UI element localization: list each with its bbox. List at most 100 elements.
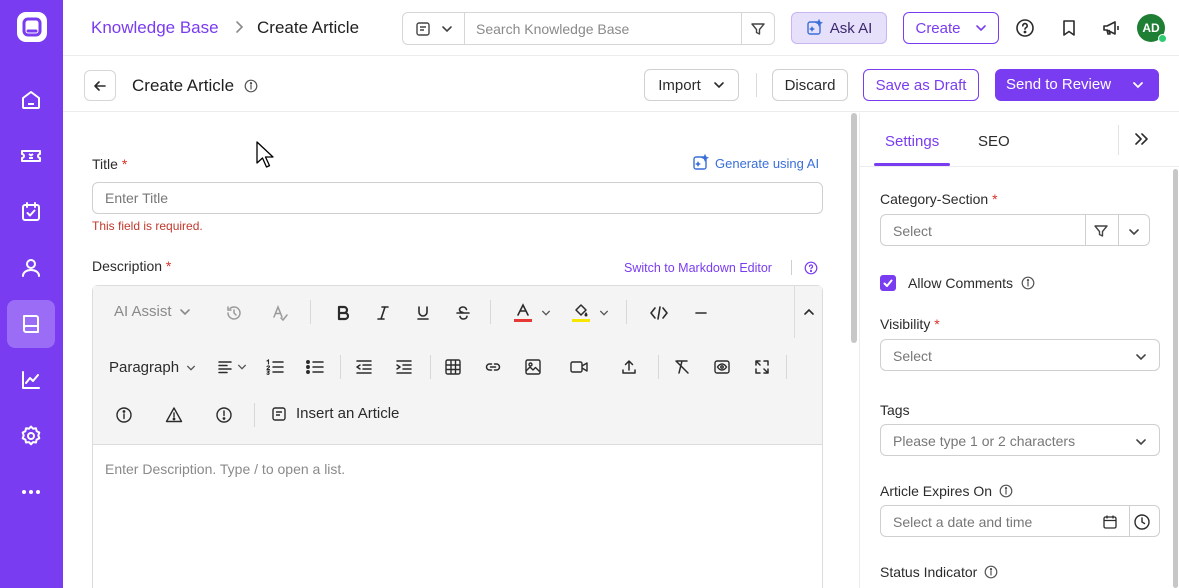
insert-article-button[interactable]: Insert an Article	[271, 405, 399, 422]
announcement-icon[interactable]	[1101, 18, 1121, 38]
ai-sparkle-icon	[807, 19, 823, 35]
category-section-select[interactable]: Select	[880, 214, 1150, 246]
import-button[interactable]: Import	[644, 69, 739, 101]
info-callout-icon[interactable]	[115, 406, 133, 424]
search-input[interactable]	[466, 13, 742, 44]
strikethrough-icon[interactable]	[454, 304, 472, 322]
preview-icon[interactable]	[713, 358, 731, 376]
toolbar-divider	[254, 403, 255, 427]
paragraph-label: Paragraph	[109, 359, 180, 376]
title-error-message: This field is required.	[92, 219, 203, 233]
chevron-down-icon	[600, 310, 608, 316]
title-input[interactable]	[92, 182, 823, 214]
expires-datetime-picker[interactable]: Select a date and time	[880, 505, 1160, 537]
chevron-down-icon	[713, 82, 724, 89]
collapse-panel-icon[interactable]	[1132, 130, 1150, 148]
alert-callout-icon[interactable]	[215, 406, 233, 424]
app-logo-icon[interactable]	[16, 11, 48, 43]
send-to-review-button[interactable]: Send to Review	[995, 69, 1159, 101]
article-expires-label: Article Expires On	[880, 483, 1013, 499]
user-icon	[22, 259, 40, 277]
link-icon[interactable]	[484, 358, 502, 376]
indent-icon[interactable]	[395, 358, 413, 376]
filter-icon[interactable]	[1093, 223, 1109, 239]
chevron-down-icon[interactable]	[1132, 79, 1144, 91]
bold-icon[interactable]	[334, 304, 352, 322]
main-scrollbar[interactable]	[851, 113, 857, 343]
italic-icon[interactable]	[374, 304, 392, 322]
info-icon[interactable]	[999, 484, 1013, 498]
outdent-icon[interactable]	[355, 358, 373, 376]
search-type-dropdown[interactable]	[403, 13, 465, 44]
tab-settings[interactable]: Settings	[885, 133, 939, 150]
filter-icon	[751, 22, 765, 35]
nav-settings[interactable]	[7, 412, 55, 460]
nav-more[interactable]	[7, 468, 55, 516]
spellcheck-icon[interactable]	[271, 304, 289, 322]
active-tab-indicator	[874, 163, 950, 166]
sub-header: Create Article Import Discard Save as Dr…	[63, 57, 1179, 112]
help-icon[interactable]	[804, 261, 818, 275]
horizontal-rule-icon[interactable]	[693, 304, 709, 322]
generate-ai-link[interactable]: Generate using AI	[692, 154, 819, 172]
toolbar-collapse-button[interactable]	[794, 286, 822, 338]
code-icon[interactable]	[649, 304, 669, 322]
save-draft-button[interactable]: Save as Draft	[863, 69, 979, 101]
underline-icon[interactable]	[414, 304, 432, 322]
info-icon[interactable]	[244, 79, 258, 93]
warning-callout-icon[interactable]	[165, 406, 183, 424]
info-icon[interactable]	[1021, 276, 1035, 290]
chevron-down-icon	[441, 25, 452, 32]
nav-contacts[interactable]	[7, 244, 55, 292]
discard-button[interactable]: Discard	[772, 69, 848, 101]
nav-home[interactable]	[7, 76, 55, 124]
align-dropdown[interactable]	[217, 359, 247, 375]
allow-comments-checkbox[interactable]	[880, 275, 896, 291]
text-color-button[interactable]	[513, 302, 551, 324]
nav-analytics[interactable]	[7, 356, 55, 404]
bookmark-icon[interactable]	[1059, 18, 1079, 38]
fullscreen-icon[interactable]	[753, 358, 771, 376]
search-filter-button[interactable]	[741, 13, 774, 44]
markdown-switch-link[interactable]: Switch to Markdown Editor	[624, 261, 772, 275]
ai-assist-dropdown[interactable]: AI Assist	[114, 303, 191, 320]
calendar-icon[interactable]	[1102, 514, 1118, 530]
article-form: Title * Generate using AI This field is …	[63, 113, 848, 588]
image-icon[interactable]	[524, 358, 542, 376]
status-indicator-label: Status Indicator	[880, 564, 998, 580]
visibility-label-text: Visibility	[880, 316, 931, 332]
bullet-list-icon[interactable]	[305, 358, 325, 376]
paragraph-style-dropdown[interactable]: Paragraph	[109, 359, 196, 376]
upload-icon[interactable]	[620, 358, 638, 376]
back-button[interactable]	[84, 70, 116, 101]
tags-select[interactable]: Please type 1 or 2 characters	[880, 424, 1160, 456]
video-icon[interactable]	[569, 358, 589, 376]
nav-tasks[interactable]	[7, 188, 55, 236]
description-editor-area[interactable]: Enter Description. Type / to open a list…	[105, 461, 345, 477]
create-button[interactable]: Create	[903, 12, 999, 44]
chevron-down-icon[interactable]	[1128, 226, 1140, 238]
chevron-up-icon	[803, 308, 814, 315]
allow-comments-label[interactable]: Allow Comments	[908, 275, 1035, 291]
allow-comments-text: Allow Comments	[908, 275, 1014, 291]
nav-tickets[interactable]	[7, 132, 55, 180]
required-mark: *	[121, 156, 128, 172]
info-icon[interactable]	[984, 565, 998, 579]
breadcrumb-root-link[interactable]: Knowledge Base	[91, 18, 219, 38]
nav-knowledge-base[interactable]	[7, 300, 55, 348]
ordered-list-icon[interactable]	[265, 358, 285, 376]
help-icon[interactable]	[1015, 18, 1035, 38]
ask-ai-button[interactable]: Ask AI	[791, 12, 887, 44]
required-mark: *	[165, 258, 172, 274]
visibility-select[interactable]: Select	[880, 339, 1160, 371]
clear-format-icon[interactable]	[673, 358, 691, 376]
tab-seo[interactable]: SEO	[978, 133, 1010, 150]
highlight-color-button[interactable]	[571, 302, 609, 324]
editor-toolbar: AI Assist Paragraph Insert an Article	[93, 286, 822, 445]
history-icon[interactable]	[225, 304, 243, 322]
table-icon[interactable]	[444, 358, 462, 376]
panel-scrollbar[interactable]	[1173, 169, 1178, 588]
chevron-right-icon	[232, 20, 246, 34]
clock-icon[interactable]	[1133, 513, 1151, 531]
analytics-icon	[22, 371, 40, 389]
